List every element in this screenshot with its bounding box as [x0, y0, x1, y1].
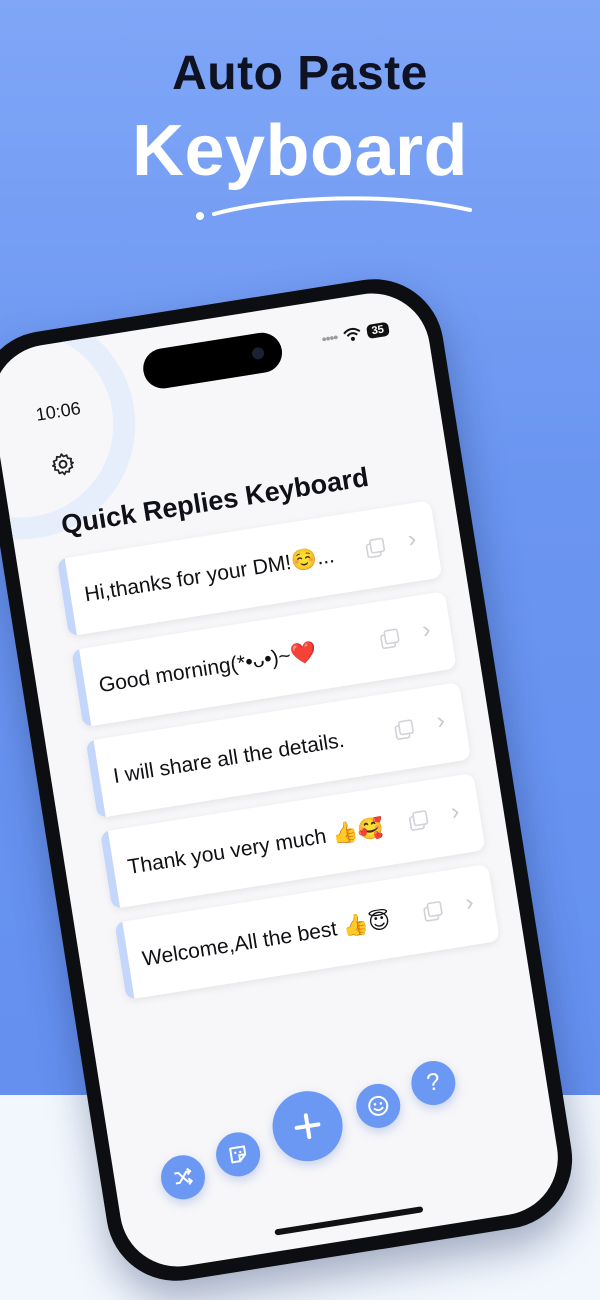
promo-headline-line2: Keyboard: [131, 111, 469, 191]
shuffle-button[interactable]: [157, 1152, 209, 1203]
battery-indicator: 35: [365, 321, 390, 340]
copy-icon[interactable]: [407, 808, 432, 833]
plus-icon: [294, 1113, 321, 1140]
bottom-toolbar: ?: [151, 1057, 501, 1204]
reply-text: Good morning(*•ᴗ•)~❤️: [97, 640, 319, 698]
shuffle-icon: [174, 1167, 194, 1185]
sticker-icon: [229, 1145, 247, 1164]
copy-icon[interactable]: [363, 536, 388, 561]
chevron-right-icon[interactable]: ›: [435, 707, 447, 736]
reply-text: Thank you very much 👍🥰: [126, 815, 386, 879]
camera-icon: [251, 346, 265, 361]
card-accent-bar: [56, 558, 77, 637]
emoji-button[interactable]: [353, 1080, 404, 1132]
copy-icon[interactable]: [421, 899, 446, 924]
reply-text: Hi,thanks for your DM!☺️...: [82, 544, 336, 607]
card-accent-bar: [99, 830, 121, 910]
signal-icon: ••••: [320, 328, 339, 348]
wifi-icon: [343, 327, 361, 341]
promo-headline-line1: Auto Paste: [172, 47, 428, 100]
quick-replies-list: Hi,thanks for your DM!☺️... › Good morni…: [56, 500, 502, 1013]
add-reply-button[interactable]: [267, 1086, 348, 1167]
chevron-right-icon[interactable]: ›: [406, 525, 418, 554]
home-indicator: [274, 1206, 424, 1236]
question-icon: ?: [424, 1068, 442, 1097]
chevron-right-icon[interactable]: ›: [420, 616, 432, 645]
card-accent-bar: [114, 921, 135, 1000]
copy-icon[interactable]: [392, 717, 417, 742]
card-accent-bar: [71, 649, 92, 728]
gear-icon[interactable]: [48, 449, 78, 479]
sticker-button[interactable]: [212, 1129, 264, 1180]
chevron-right-icon[interactable]: ›: [449, 798, 461, 827]
reply-text: Welcome,All the best 👍😇: [140, 908, 392, 971]
reply-text: I will share all the details.: [111, 728, 346, 789]
card-accent-bar: [85, 739, 106, 819]
help-button[interactable]: ?: [408, 1057, 459, 1109]
status-indicators: •••• 35: [321, 321, 391, 347]
swoosh-decoration: [196, 196, 472, 220]
dynamic-island: [140, 329, 285, 392]
smiley-icon: [368, 1095, 389, 1116]
chevron-right-icon[interactable]: ›: [464, 889, 476, 918]
copy-icon[interactable]: [378, 627, 403, 652]
